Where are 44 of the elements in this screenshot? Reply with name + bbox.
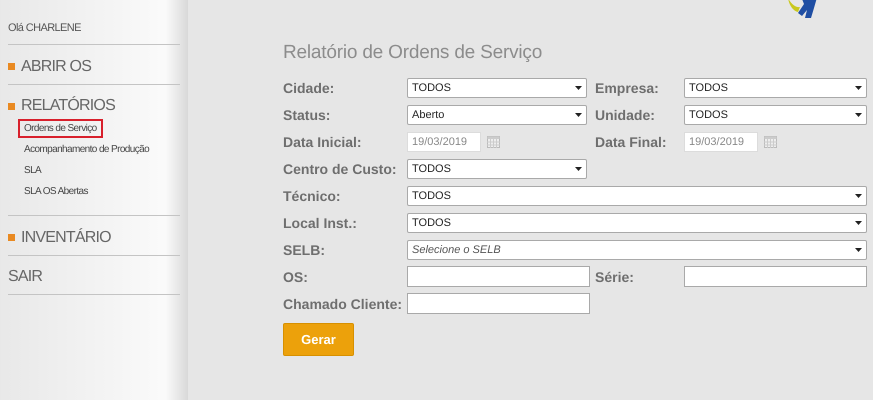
field-label: Centro de Custo:: [283, 160, 398, 176]
menu-item[interactable]: RELATÓRIOS: [8, 97, 115, 115]
submenu-item[interactable]: Ordens de Serviço: [18, 119, 103, 138]
field-label: Status:: [283, 106, 332, 122]
input-field[interactable]: [407, 293, 590, 314]
dropdown[interactable]: Aberto: [407, 104, 587, 124]
submenu-item[interactable]: SLA OS Abertas: [18, 182, 94, 201]
field-label: Data Inicial:: [283, 134, 363, 150]
field-label: Cidade:: [283, 80, 336, 96]
field-label: Data Final:: [594, 134, 668, 150]
submenu-item[interactable]: SLA: [18, 161, 48, 180]
field-label: Série:: [594, 268, 635, 284]
dropdown[interactable]: TODOS: [407, 78, 587, 98]
calendar-icon[interactable]: [764, 136, 777, 148]
input-field[interactable]: [407, 266, 590, 287]
dropdown[interactable]: TODOS: [407, 186, 867, 206]
caret-icon: [855, 112, 862, 116]
field-label: OS:: [283, 268, 309, 284]
dropdown[interactable]: Selecione o SELB: [407, 240, 867, 260]
menu-item[interactable]: ABRIR OS: [8, 58, 92, 76]
submenu-item[interactable]: Acompanhamento de Produção: [18, 140, 156, 159]
dropdown[interactable]: TODOS: [684, 104, 867, 124]
caret-icon: [575, 86, 582, 90]
field-label: Unidade:: [594, 106, 656, 122]
greeting: Olá CHARLENE: [8, 22, 81, 36]
field-label: SELB:: [283, 242, 326, 258]
dropdown[interactable]: TODOS: [407, 212, 867, 232]
dropdown[interactable]: TODOS: [407, 158, 587, 178]
field-label: Chamado Cliente:: [283, 296, 404, 312]
calendar-icon[interactable]: [487, 136, 500, 148]
field-label: Técnico:: [283, 188, 342, 204]
page-title: Relatório de Ordens de Serviço: [283, 42, 542, 64]
input-field[interactable]: [684, 266, 867, 287]
menu-item[interactable]: SAIR: [8, 268, 42, 286]
caret-icon: [855, 220, 862, 224]
caret-icon: [855, 248, 862, 252]
menu-item[interactable]: INVENTÁRIO: [8, 228, 111, 246]
caret-icon: [855, 194, 862, 198]
field-label: Local Inst.:: [283, 214, 358, 230]
field-label: Empresa:: [594, 80, 660, 96]
caret-icon: [855, 86, 862, 90]
caret-icon: [575, 166, 582, 170]
caret-icon: [575, 112, 582, 116]
dropdown[interactable]: TODOS: [684, 78, 867, 98]
